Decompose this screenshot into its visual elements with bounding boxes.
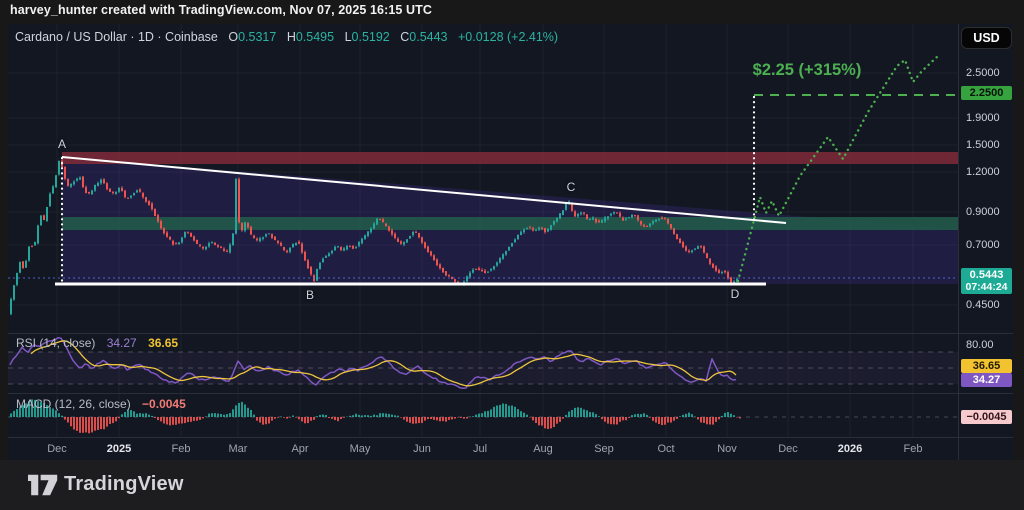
rsi-ma-value: 36.65: [148, 336, 178, 350]
time-tick: Dec: [47, 443, 67, 455]
time-tick: Sep: [594, 443, 614, 455]
time-tick: Oct: [657, 443, 674, 455]
time-tick: Nov: [717, 443, 737, 455]
price-tick: 0.4500: [966, 299, 1000, 311]
price-tick: 0.9000: [966, 206, 1000, 218]
tradingview-logo-text[interactable]: TradingView: [64, 473, 184, 496]
chart-canvas[interactable]: [0, 0, 1024, 510]
time-tick: Jul: [473, 443, 487, 455]
macd-value: −0.0045: [142, 397, 186, 411]
time-tick: Feb: [172, 443, 191, 455]
price-tick: 0.7000: [966, 239, 1000, 251]
pattern-point-label-d[interactable]: D: [731, 287, 740, 301]
price-tick: 80.00: [966, 339, 994, 351]
symbol-title[interactable]: Cardano / US Dollar · 1D · Coinbase: [15, 30, 218, 44]
price-tick: 1.5000: [966, 139, 1000, 151]
time-tick: Aug: [533, 443, 553, 455]
macd-value-badge: −0.0045: [961, 410, 1012, 424]
currency-toggle-button[interactable]: USD: [961, 27, 1012, 49]
time-tick: Mar: [229, 443, 248, 455]
high-value: 0.5495: [296, 30, 334, 44]
target-price-badge: 2.2500: [961, 86, 1012, 100]
low-label: L: [345, 30, 352, 44]
rsi-ma-badge: 36.65: [961, 359, 1012, 373]
close-value: 0.5443: [409, 30, 447, 44]
price-tick: 1.9000: [966, 112, 1000, 124]
high-label: H: [287, 30, 296, 44]
pattern-point-label-b[interactable]: B: [306, 288, 314, 302]
time-tick: Jun: [413, 443, 431, 455]
rsi-legend: RSI (14, close) 34.27 36.65: [16, 336, 178, 350]
rsi-value-badge: 34.27: [961, 373, 1012, 387]
time-tick: Feb: [904, 443, 923, 455]
close-label: C: [400, 30, 409, 44]
rsi-title[interactable]: RSI (14, close): [16, 336, 95, 350]
time-tick: Apr: [291, 443, 308, 455]
open-value: 0.5317: [238, 30, 276, 44]
tradingview-logo-icon[interactable]: [28, 472, 58, 498]
open-label: O: [228, 30, 238, 44]
price-target-label[interactable]: $2.25 (+315%): [753, 61, 862, 80]
footer: TradingView: [0, 460, 1024, 510]
pattern-point-label-c[interactable]: C: [567, 180, 576, 194]
price-tick: 1.2000: [966, 166, 1000, 178]
last-price-badge: 0.544307:44:24: [961, 268, 1012, 294]
time-tick: Dec: [778, 443, 798, 455]
price-tick: 2.5000: [966, 67, 1000, 79]
low-value: 0.5192: [352, 30, 390, 44]
macd-title[interactable]: MACD (12, 26, close): [16, 397, 131, 411]
time-tick: May: [350, 443, 371, 455]
time-tick: 2026: [838, 443, 862, 455]
time-tick: 2025: [107, 443, 131, 455]
page: harvey_hunter created with TradingView.c…: [0, 0, 1024, 510]
macd-legend: MACD (12, 26, close) −0.0045: [16, 397, 186, 411]
pattern-point-label-a[interactable]: A: [58, 137, 66, 151]
countdown-timer: 07:44:24: [965, 281, 1008, 293]
rsi-value: 34.27: [107, 336, 137, 350]
change-value: +0.0128 (+2.41%): [458, 30, 558, 44]
attribution-bar: harvey_hunter created with TradingView.c…: [10, 3, 1024, 23]
symbol-legend: Cardano / US Dollar · 1D · Coinbase O0.5…: [15, 30, 558, 44]
